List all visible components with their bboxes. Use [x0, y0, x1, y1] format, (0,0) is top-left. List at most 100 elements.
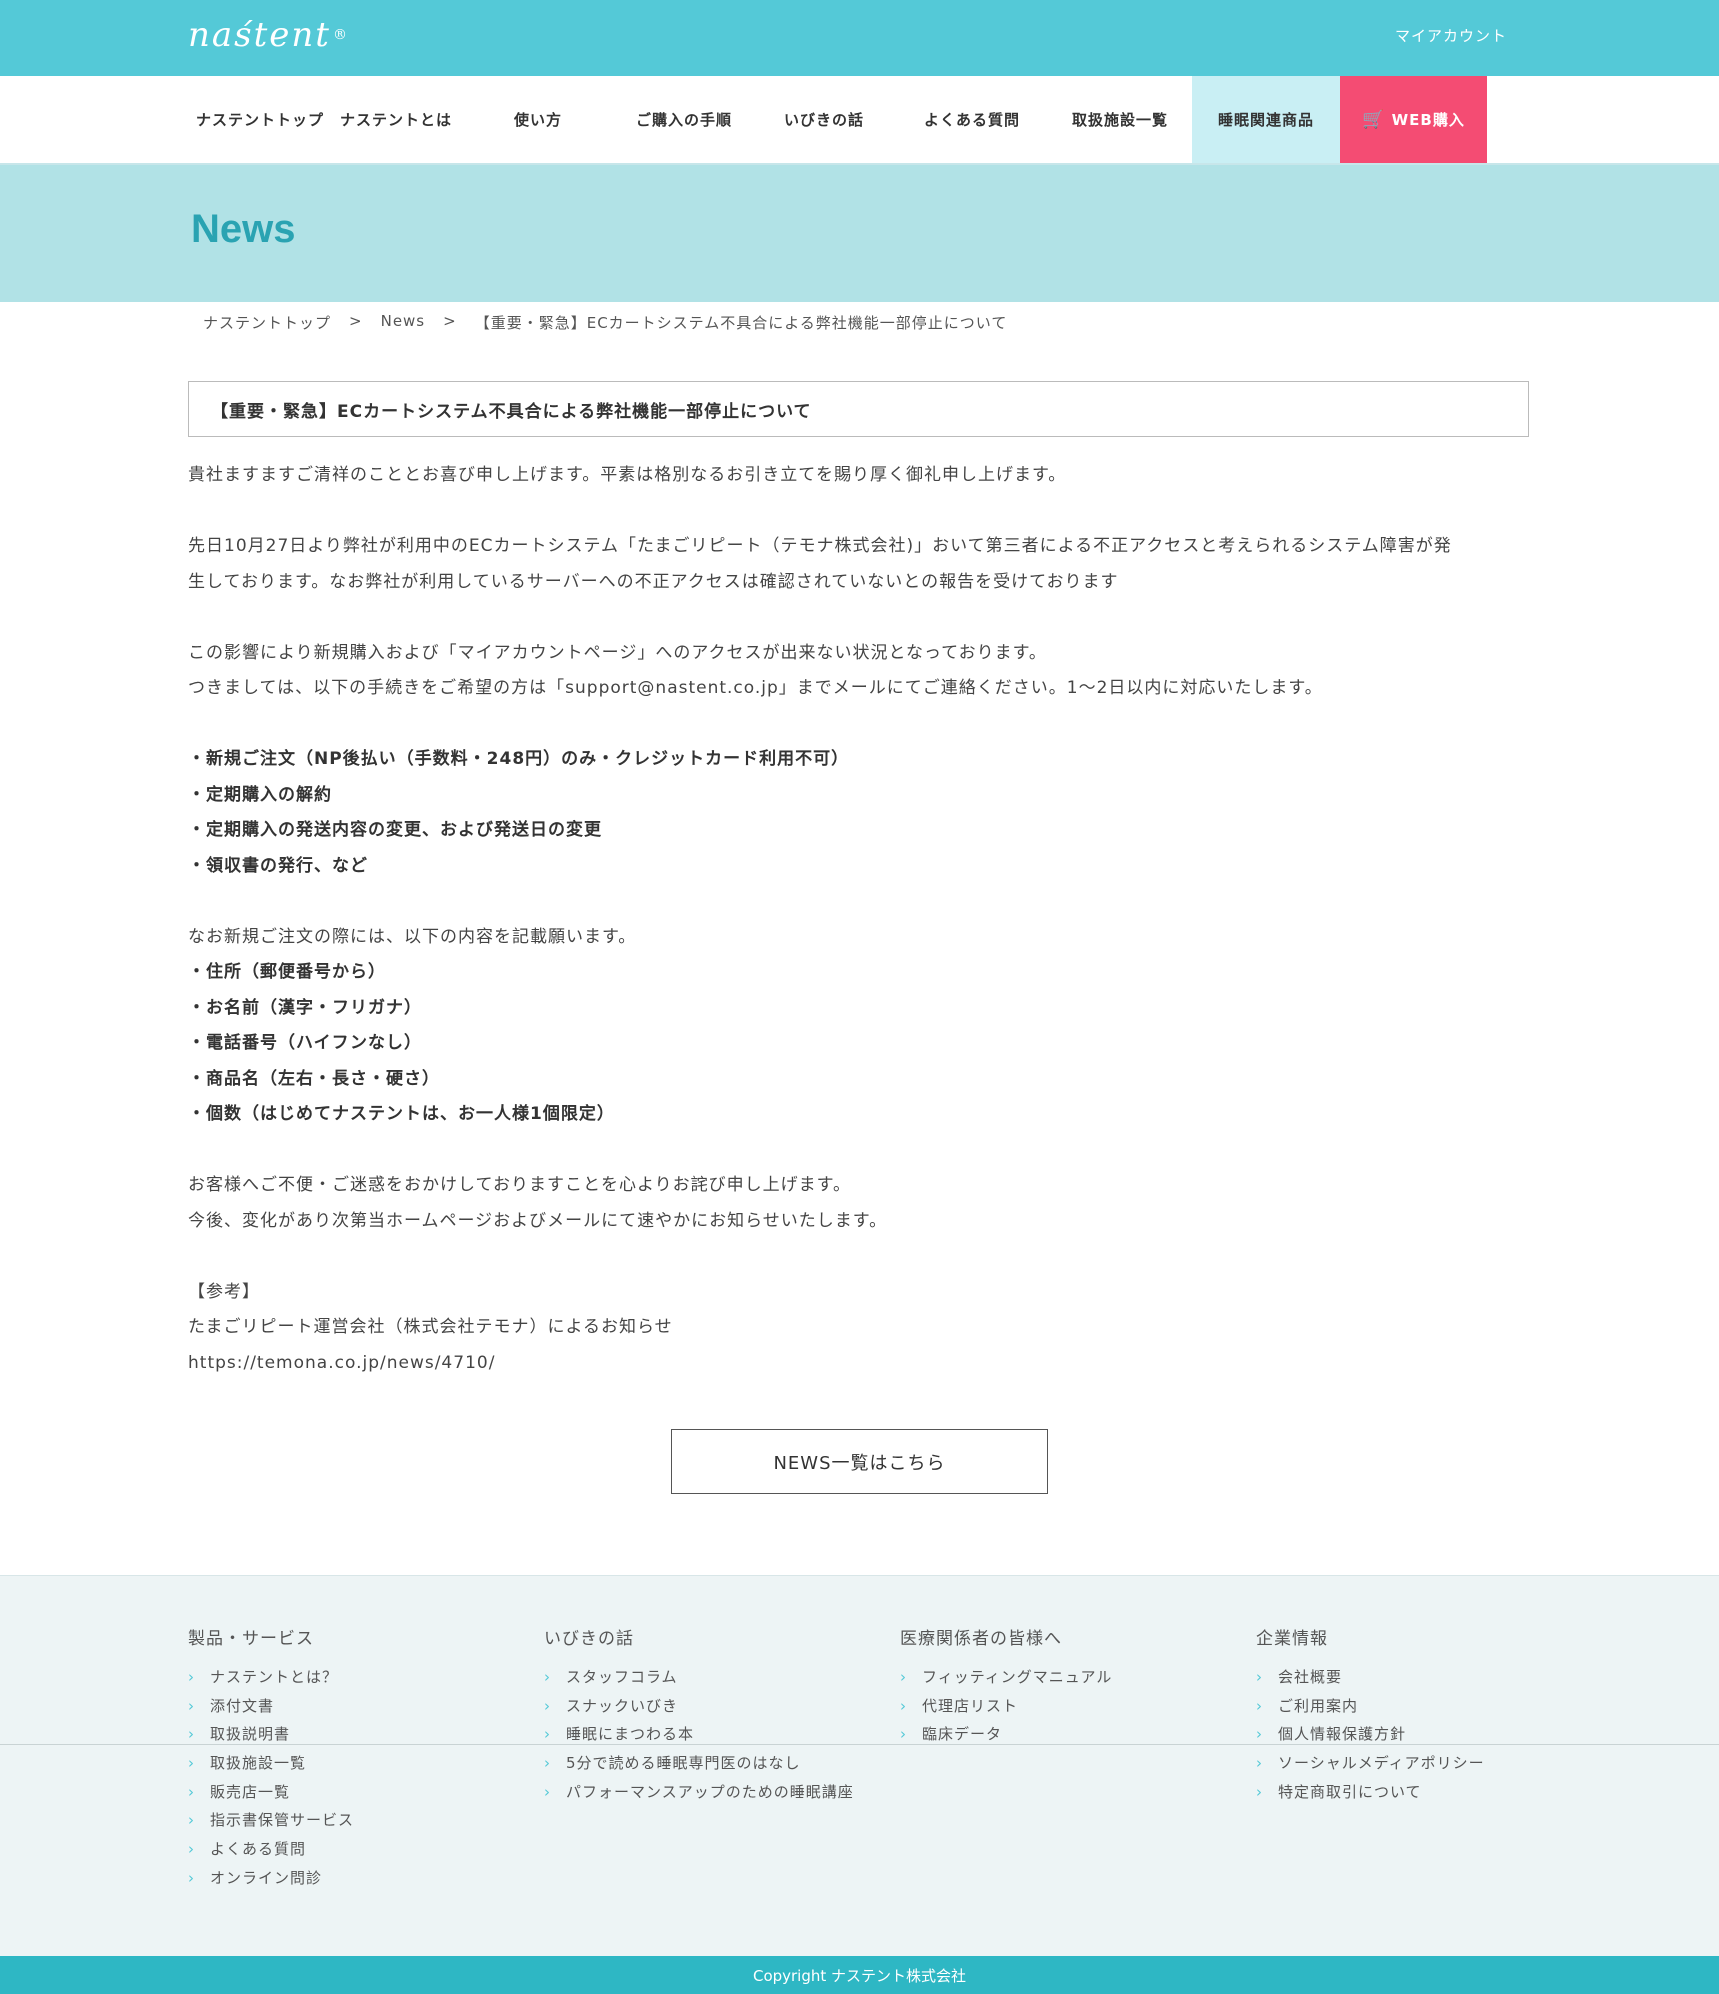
site-logo[interactable]: naśtent ®: [188, 10, 349, 60]
footer-column-medical: 医療関係者の皆様へ › フィッティングマニュアル › 代理店リスト › 臨床データ: [900, 1624, 1256, 1897]
page-title: News: [191, 207, 296, 251]
article-body: 貴社ますますご清祥のこととお喜び申し上げます。平素は格別なるお引き立てを賜り厚く…: [188, 458, 1529, 1381]
my-account-link[interactable]: マイアカウント: [1395, 25, 1507, 46]
chevron-right-icon: ›: [900, 1696, 907, 1715]
cart-icon: 🛒: [1362, 109, 1386, 130]
article-paragraph: 今後、変化があり次第当ホームページおよびメールにて速やかにお知らせいたします。: [188, 1210, 888, 1231]
breadcrumb-item-top[interactable]: ナステントトップ: [203, 312, 331, 333]
main-nav: ナステントトップ ナステントとは 使い方 ご購入の手順 いびきの話 よくある質問…: [0, 76, 1719, 165]
news-list-button[interactable]: NEWS一覧はこちら: [671, 1429, 1048, 1494]
nav-item-sleep-products[interactable]: 睡眠関連商品: [1192, 76, 1340, 163]
footer-link[interactable]: › ナステントとは？: [188, 1667, 510, 1687]
footer-heading: 医療関係者の皆様へ: [900, 1629, 1062, 1649]
breadcrumb-separator: >: [349, 312, 363, 330]
chevron-right-icon: ›: [188, 1782, 195, 1801]
footer-link[interactable]: › オンライン問診: [188, 1868, 510, 1888]
order-detail-item: ・電話番号（ハイフンなし）: [188, 1033, 422, 1053]
chevron-right-icon: ›: [188, 1840, 195, 1859]
top-bar: naśtent ® マイアカウント: [0, 0, 1719, 76]
logo-text: naśtent: [188, 15, 331, 55]
breadcrumb: ナステントトップ > News > 【重要・緊急】ECカートシステム不具合による…: [203, 312, 1007, 333]
nav-item-facilities[interactable]: 取扱施設一覧: [1048, 76, 1192, 163]
chevron-right-icon: ›: [188, 1725, 195, 1744]
chevron-right-icon: ›: [1256, 1754, 1263, 1773]
breadcrumb-separator: >: [443, 312, 457, 330]
web-purchase-label: WEB購入: [1391, 111, 1465, 129]
article-paragraph: お客様へご不便・ご迷惑をおかけしておりますことを心よりお詫び申し上げます。: [188, 1175, 851, 1195]
chevron-right-icon: ›: [544, 1696, 551, 1715]
order-detail-item: ・個数（はじめてナステントは、お一人様1個限定）: [188, 1104, 615, 1124]
chevron-right-icon: ›: [544, 1668, 551, 1686]
chevron-right-icon: ›: [544, 1754, 551, 1773]
article-title: 【重要・緊急】ECカートシステム不具合による弊社機能一部停止について: [188, 381, 1529, 437]
nav-item-purchase-steps[interactable]: ご購入の手順: [616, 76, 752, 163]
chevron-right-icon: ›: [1256, 1725, 1263, 1744]
footer-link[interactable]: › 指示書保管サービス: [188, 1810, 510, 1830]
breadcrumb-item-current: 【重要・緊急】ECカートシステム不具合による弊社機能一部停止について: [474, 314, 1008, 332]
footer-heading: いびきの話: [544, 1629, 634, 1649]
footer-link[interactable]: › ソーシャルメディアポリシー: [1256, 1753, 1578, 1773]
chevron-right-icon: ›: [900, 1725, 907, 1744]
page-hero: News: [0, 165, 1719, 302]
article-paragraph: この影響により新規購入および「マイアカウントページ」へのアクセスが出来ない状況と…: [188, 642, 1047, 663]
nav-item-snoring[interactable]: いびきの話: [752, 76, 896, 163]
nav-item-usage[interactable]: 使い方: [460, 76, 616, 163]
footer-link[interactable]: › スナックいびき: [544, 1696, 866, 1716]
article-paragraph: つきましては、以下の手続きをご希望の方は「support@nastent.co.…: [188, 678, 1323, 698]
article-paragraph: なお新規ご注文の際には、以下の内容を記載願います。: [188, 926, 637, 947]
chevron-right-icon: ›: [1256, 1696, 1263, 1715]
reference-heading: 【参考】: [188, 1281, 260, 1302]
footer-link[interactable]: › 会社概要: [1256, 1667, 1578, 1687]
footer-heading: 企業情報: [1256, 1629, 1328, 1649]
footer-link[interactable]: › 代理店リスト: [900, 1696, 1222, 1716]
footer-link[interactable]: › 臨床データ: [900, 1724, 1222, 1744]
reference-url[interactable]: https://temona.co.jp/news/4710/: [188, 1346, 1529, 1382]
chevron-right-icon: ›: [1256, 1668, 1263, 1686]
footer-link[interactable]: › ご利用案内: [1256, 1696, 1578, 1716]
order-detail-item: ・商品名（左右・長さ・硬さ）: [188, 1068, 440, 1089]
article-paragraph: 先日10月27日より弊社が利用中のECカートシステム「たまごリピート（テモナ株式…: [188, 536, 1452, 556]
copyright-text: Copyright ナステント株式会社: [752, 1966, 967, 1985]
footer-link[interactable]: › パフォーマンスアップのための睡眠講座: [544, 1782, 866, 1802]
nav-item-top[interactable]: ナステントトップ: [188, 76, 332, 163]
footer-link[interactable]: › 取扱施設一覧: [188, 1753, 510, 1773]
reference-text: たまごリピート運営会社（株式会社テモナ）によるお知らせ: [188, 1317, 673, 1337]
footer-link[interactable]: › 添付文書: [188, 1696, 510, 1716]
procedure-item: ・新規ご注文（NP後払い（手数料・248円）のみ・クレジットカード利用不可）: [188, 749, 850, 769]
footer-link[interactable]: › 睡眠にまつわる本: [544, 1724, 866, 1744]
footer-link[interactable]: › 特定商取引について: [1256, 1782, 1578, 1802]
footer-heading: 製品・サービス: [188, 1629, 314, 1649]
footer-column-snoring: いびきの話 › スタッフコラム › スナックいびき › 睡眠にまつわる本 › 5分で読め…: [544, 1624, 900, 1897]
footer-link[interactable]: › よくある質問: [188, 1839, 510, 1859]
nav-item-about[interactable]: ナステントとは: [332, 76, 460, 163]
chevron-right-icon: ›: [188, 1811, 195, 1830]
footer-link[interactable]: › フィッティングマニュアル: [900, 1667, 1222, 1687]
order-detail-item: ・お名前（漢字・フリガナ）: [188, 997, 422, 1018]
footer-link[interactable]: › 個人情報保護方針: [1256, 1724, 1578, 1744]
nav-item-web-purchase[interactable]: 🛒 WEB購入: [1340, 76, 1487, 163]
logo-registered-mark: ®: [332, 27, 349, 43]
footer-column-company: 企業情報 › 会社概要 › ご利用案内 › 個人情報保護方針 › ソーシャルメディアポリ…: [1256, 1624, 1612, 1897]
footer-link[interactable]: › 5分で読める睡眠専門医のはなし: [544, 1753, 866, 1773]
chevron-right-icon: ›: [544, 1725, 551, 1744]
order-detail-item: ・住所（郵便番号から）: [188, 962, 386, 982]
nav-item-faq[interactable]: よくある質問: [896, 76, 1048, 163]
chevron-right-icon: ›: [544, 1782, 551, 1801]
chevron-right-icon: ›: [188, 1754, 195, 1773]
footer-link[interactable]: › 取扱説明書: [188, 1724, 510, 1744]
footer-link[interactable]: › スタッフコラム: [544, 1667, 866, 1687]
footer-link[interactable]: › 販売店一覧: [188, 1782, 510, 1802]
footer-divider: [0, 1744, 1719, 1745]
article-paragraph: 生しております。なお弊社が利用しているサーバーへの不正アクセスは確認されていない…: [188, 571, 1119, 592]
procedure-item: ・領収書の発行、など: [188, 855, 368, 876]
footer: 製品・サービス › ナステントとは？ › 添付文書 › 取扱説明書 › 取扱施設一覧 ›…: [0, 1575, 1719, 1957]
footer-column-products: 製品・サービス › ナステントとは？ › 添付文書 › 取扱説明書 › 取扱施設一覧 ›…: [188, 1624, 544, 1897]
procedure-item: ・定期購入の発送内容の変更、および発送日の変更: [188, 820, 602, 840]
chevron-right-icon: ›: [1256, 1782, 1263, 1801]
procedure-item: ・定期購入の解約: [188, 784, 332, 805]
chevron-right-icon: ›: [188, 1696, 195, 1715]
chevron-right-icon: ›: [900, 1668, 907, 1686]
copyright-bar: Copyright ナステント株式会社: [0, 1956, 1719, 1994]
chevron-right-icon: ›: [188, 1868, 195, 1887]
breadcrumb-item-news[interactable]: News: [381, 312, 426, 333]
